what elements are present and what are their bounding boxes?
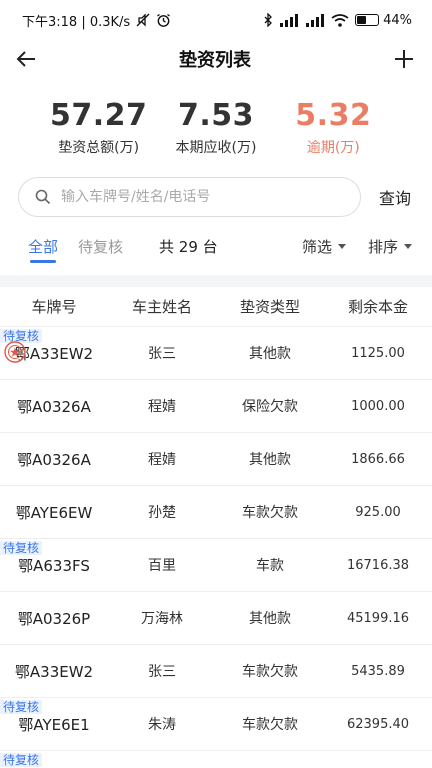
page-title: 垫资列表 xyxy=(179,50,251,71)
cell-remaining: 1866.66 xyxy=(351,451,405,467)
table-row[interactable]: 鄂A0326A 程婧 保险欠款 1000.00 xyxy=(0,380,432,433)
cell-plate: 鄂AYE6E1 xyxy=(18,715,90,734)
table-row[interactable]: 待复核 鄂AYE6E1 朱涛 车款欠款 62395.40 xyxy=(0,698,432,751)
status-time-speed: 下午3:18 | 0.3K/s xyxy=(22,14,131,30)
section-divider xyxy=(0,275,432,287)
cell-type: 车款欠款 xyxy=(242,664,298,680)
battery-level: 44% xyxy=(383,12,412,28)
cell-remaining: 45199.16 xyxy=(346,610,410,626)
cell-remaining: 1000.00 xyxy=(351,398,405,414)
mute-icon xyxy=(136,13,150,27)
alarm-icon xyxy=(156,13,171,28)
search-button[interactable]: 查询 xyxy=(379,185,411,209)
vehicle-count: 共 29 台 xyxy=(159,237,218,256)
stat-receivable: 7.53 本期应收(万) xyxy=(161,98,271,157)
cell-remaining: 5435.89 xyxy=(351,663,405,679)
battery-icon xyxy=(355,14,380,26)
cell-plate: 鄂A0326P xyxy=(17,609,91,628)
cell-owner: 朱涛 xyxy=(148,717,176,733)
table-row[interactable]: 鄂AYE6EW 孙楚 车款欠款 925.00 xyxy=(0,486,432,539)
app-header: 垫资列表 xyxy=(0,40,432,78)
cell-remaining: 62395.40 xyxy=(346,716,410,732)
arrow-left-icon xyxy=(16,51,35,67)
sort-label: 排序 xyxy=(367,237,398,256)
bluetooth-icon xyxy=(263,13,273,27)
cell-remaining: 1125.00 xyxy=(351,345,405,361)
caret-down-icon xyxy=(404,243,412,249)
pending-tag: 待复核 xyxy=(0,753,43,767)
add-button[interactable] xyxy=(390,45,418,73)
filter-label: 筛选 xyxy=(301,237,332,256)
wifi-icon xyxy=(331,13,349,27)
stat-total-value: 57.27 xyxy=(49,98,148,133)
back-button[interactable] xyxy=(12,45,40,73)
advance-table: 车牌号 车主姓名 垫资类型 剩余本金 待复核 鄂A33EW2 张三 其他款 11… xyxy=(0,287,432,768)
battery-indicator: 44% xyxy=(355,13,412,28)
cell-remaining: 16716.38 xyxy=(346,557,410,573)
cell-type: 其他款 xyxy=(249,611,291,627)
search-box[interactable] xyxy=(18,177,361,217)
cell-type: 其他款 xyxy=(249,346,291,362)
table-header: 车牌号 车主姓名 垫资类型 剩余本金 xyxy=(0,287,432,327)
tab-all[interactable]: 全部 xyxy=(28,223,58,269)
stat-total: 57.27 垫资总额(万) xyxy=(44,98,154,157)
cell-type: 其他款 xyxy=(249,452,291,468)
stat-receivable-label: 本期应收(万) xyxy=(175,140,257,156)
cell-type: 车款欠款 xyxy=(242,717,298,733)
cell-type: 车款 xyxy=(256,558,284,574)
status-bar: 下午3:18 | 0.3K/s 44% xyxy=(0,0,432,40)
search-row: 查询 xyxy=(0,177,432,217)
cell-plate: 鄂A0326A xyxy=(17,397,91,416)
table-row[interactable]: 鄂A0326P 万海林 其他款 45199.16 xyxy=(0,592,432,645)
cell-type: 车款欠款 xyxy=(242,505,298,521)
signal-icon xyxy=(279,13,299,27)
cell-type: 保险欠款 xyxy=(242,399,298,415)
pending-tag: 待复核 xyxy=(0,700,43,714)
table-row[interactable]: 待复核 鄂A33EW2 张三 其他款 1125.00 xyxy=(0,327,432,380)
cell-owner: 万海林 xyxy=(141,611,183,627)
cell-owner: 孙楚 xyxy=(148,505,176,521)
cell-owner: 程婧 xyxy=(148,452,176,468)
table-row[interactable]: 待复核 xyxy=(0,751,432,768)
summary-stats: 57.27 垫资总额(万) 7.53 本期应收(万) 5.32 逾期(万) xyxy=(0,98,432,157)
stat-overdue-label: 逾期(万) xyxy=(306,140,360,156)
stat-overdue[interactable]: 5.32 逾期(万) xyxy=(278,98,388,157)
search-input[interactable] xyxy=(61,189,341,205)
header-owner: 车主姓名 xyxy=(131,298,192,316)
seal-icon xyxy=(4,341,26,363)
cell-plate: 鄂A33EW2 xyxy=(14,662,94,681)
filter-tabs: 全部 待复核 共 29 台 筛选 排序 xyxy=(0,223,432,269)
cell-plate: 鄂AYE6EW xyxy=(15,503,93,522)
stat-total-label: 垫资总额(万) xyxy=(58,140,140,156)
stat-overdue-value: 5.32 xyxy=(295,98,372,133)
pending-tag: 待复核 xyxy=(0,541,43,555)
tab-pending[interactable]: 待复核 xyxy=(78,223,123,269)
cell-owner: 张三 xyxy=(148,664,176,680)
plus-icon xyxy=(395,50,413,68)
header-type: 垫资类型 xyxy=(239,298,300,316)
caret-down-icon xyxy=(337,243,346,249)
cell-owner: 百里 xyxy=(148,558,176,574)
filter-dropdown[interactable]: 筛选 xyxy=(302,236,346,257)
cell-plate: 鄂A0326A xyxy=(17,450,91,469)
stat-receivable-value: 7.53 xyxy=(177,98,254,133)
table-row[interactable]: 鄂A0326A 程婧 其他款 1866.66 xyxy=(0,433,432,486)
table-row[interactable]: 待复核 鄂A633FS 百里 车款 16716.38 xyxy=(0,539,432,592)
cell-remaining: 925.00 xyxy=(355,504,401,520)
table-row[interactable]: 鄂A33EW2 张三 车款欠款 5435.89 xyxy=(0,645,432,698)
sort-dropdown[interactable]: 排序 xyxy=(368,236,412,257)
header-remaining: 剩余本金 xyxy=(347,298,408,316)
cell-owner: 张三 xyxy=(148,346,176,362)
signal-icon-2 xyxy=(305,13,325,27)
search-icon xyxy=(35,189,51,205)
header-plate: 车牌号 xyxy=(31,298,77,316)
cell-plate: 鄂A633FS xyxy=(18,556,90,575)
cell-owner: 程婧 xyxy=(148,399,176,415)
